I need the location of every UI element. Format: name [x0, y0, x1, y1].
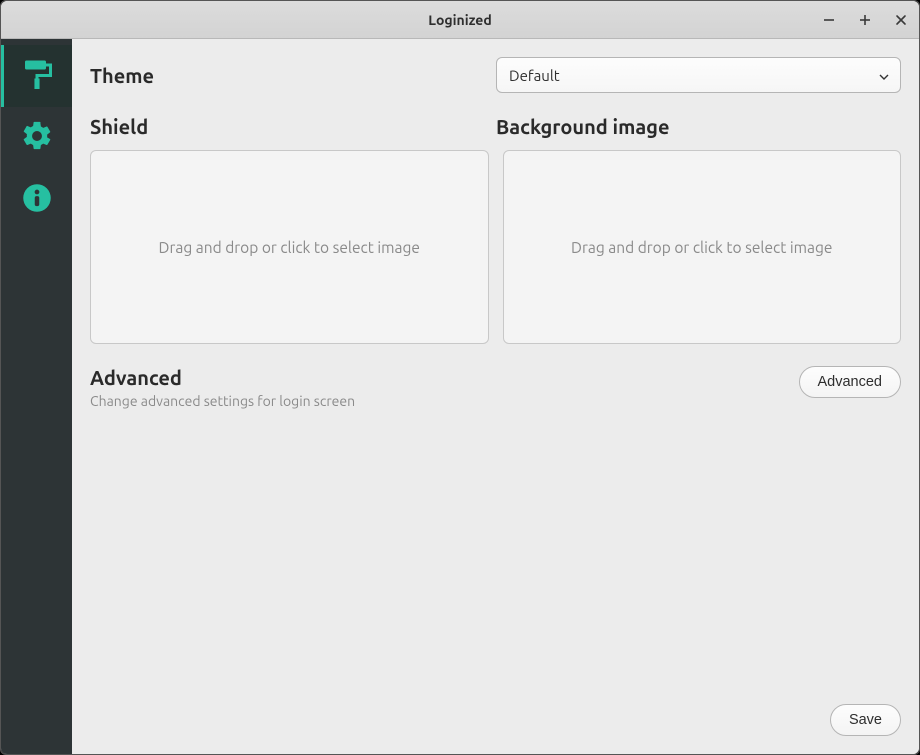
- advanced-row: Advanced Change advanced settings for lo…: [90, 366, 901, 409]
- advanced-subtext: Change advanced settings for login scree…: [90, 393, 355, 409]
- main-panel: Theme Default Shield Background image: [72, 39, 919, 754]
- shield-label: Shield: [90, 115, 496, 138]
- sidebar-item-settings[interactable]: [1, 107, 72, 169]
- gear-icon: [20, 119, 54, 157]
- background-label: Background image: [496, 115, 901, 138]
- theme-label: Theme: [90, 64, 496, 87]
- save-button[interactable]: Save: [830, 704, 901, 736]
- titlebar: Loginized: [1, 1, 919, 39]
- paint-roller-icon: [19, 56, 55, 96]
- close-button[interactable]: [891, 10, 911, 30]
- dropzones-row: Drag and drop or click to select image D…: [90, 150, 901, 344]
- maximize-button[interactable]: [855, 10, 875, 30]
- theme-row: Theme Default: [90, 57, 901, 93]
- app-window: Loginized: [1, 1, 919, 754]
- titlebar-controls: [819, 1, 911, 38]
- sidebar-item-appearance[interactable]: [1, 45, 72, 107]
- sidebar-item-about[interactable]: [1, 169, 72, 231]
- info-icon: [22, 183, 52, 217]
- close-icon: [895, 14, 907, 26]
- minimize-button[interactable]: [819, 10, 839, 30]
- shield-dropzone[interactable]: Drag and drop or click to select image: [90, 150, 489, 344]
- background-dropzone[interactable]: Drag and drop or click to select image: [503, 150, 902, 344]
- background-dropzone-text: Drag and drop or click to select image: [571, 239, 832, 256]
- advanced-label: Advanced: [90, 366, 355, 389]
- theme-select[interactable]: Default: [496, 57, 901, 93]
- footer: Save: [90, 694, 901, 736]
- minimize-icon: [823, 14, 835, 26]
- window-title: Loginized: [428, 12, 491, 28]
- body-area: Theme Default Shield Background image: [1, 39, 919, 754]
- image-labels-row: Shield Background image: [90, 115, 901, 138]
- sidebar: [1, 39, 72, 754]
- shield-dropzone-text: Drag and drop or click to select image: [159, 239, 420, 256]
- maximize-icon: [859, 14, 871, 26]
- theme-select-value: Default: [509, 67, 560, 84]
- advanced-button[interactable]: Advanced: [799, 366, 902, 398]
